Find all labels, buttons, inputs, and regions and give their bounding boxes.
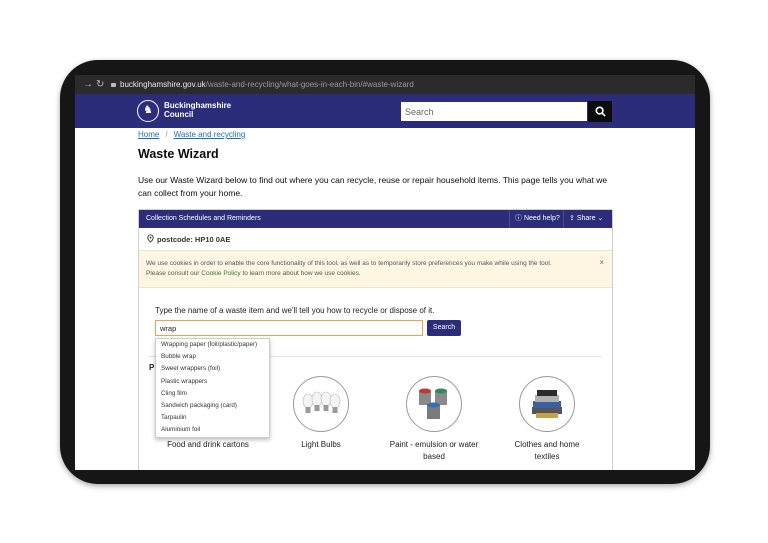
site-search-button[interactable] — [588, 101, 612, 122]
popular-items-heading: P — [149, 363, 155, 372]
waste-item-input[interactable]: wrap — [155, 320, 423, 336]
reload-icon[interactable]: ↻ — [96, 78, 104, 91]
autocomplete-option[interactable]: Bubble wrap — [156, 351, 269, 363]
tablet-screen: → ↻ buckinghamshire.gov.uk/waste-and-rec… — [75, 75, 695, 470]
autocomplete-option[interactable]: Sweet wrappers (foil) — [156, 363, 269, 375]
url-domain: buckinghamshire.gov.uk — [120, 80, 206, 89]
toolbar-divider — [509, 210, 510, 228]
tile-label: Paint - emulsion or water based — [389, 440, 479, 461]
autocomplete-option[interactable]: Cling film — [156, 388, 269, 400]
item-tile-paint[interactable]: Paint - emulsion or water based — [389, 376, 479, 463]
site-search-input[interactable]: Search — [400, 101, 588, 122]
search-icon — [594, 106, 606, 117]
paint-tins-icon — [406, 376, 462, 432]
breadcrumb-separator: / — [165, 130, 168, 139]
cookie-text-1: We use cookies in order to enable the co… — [146, 260, 552, 267]
page-intro: Use our Waste Wizard below to find out w… — [138, 175, 608, 198]
cookie-policy-link[interactable]: Cookie Policy — [201, 270, 240, 277]
address-bar[interactable]: buckinghamshire.gov.uk/waste-and-recycli… — [111, 78, 414, 91]
url-path: /waste-and-recycling/what-goes-in-each-b… — [205, 80, 414, 89]
forward-icon[interactable]: → — [83, 78, 93, 91]
waste-wizard-widget: Collection Schedules and Reminders ⓘ Nee… — [138, 209, 613, 470]
cookie-notice: We use cookies in order to enable the co… — [139, 250, 612, 288]
need-help-label: Need help? — [523, 215, 560, 222]
postcode-label[interactable]: postcode: HP10 0AE — [157, 235, 230, 244]
toolbar-divider — [563, 210, 564, 228]
council-logo-icon[interactable]: ♞ — [137, 100, 159, 122]
widget-toolbar: Collection Schedules and Reminders ⓘ Nee… — [139, 210, 612, 228]
council-logo-text[interactable]: Buckinghamshire Council — [164, 101, 231, 119]
autocomplete-dropdown: Wrapping paper (foil/plastic/paper) Bubb… — [155, 338, 270, 438]
tile-label: Food and drink cartons — [167, 440, 249, 449]
close-icon[interactable]: × — [599, 258, 604, 268]
item-tile-light-bulbs[interactable]: Light Bulbs — [276, 376, 366, 451]
tile-label: Light Bulbs — [301, 440, 341, 449]
cookie-text: We use cookies in order to enable the co… — [146, 259, 586, 279]
wizard-prompt: Type the name of a waste item and we'll … — [155, 306, 435, 315]
breadcrumb-home[interactable]: Home — [138, 130, 159, 139]
breadcrumb-waste[interactable]: Waste and recycling — [174, 130, 246, 139]
browser-bar: → ↻ buckinghamshire.gov.uk/waste-and-rec… — [75, 75, 695, 94]
location-pin-icon — [147, 234, 154, 243]
site-header: ♞ Buckinghamshire Council Search — [75, 94, 695, 128]
item-tile-clothes[interactable]: Clothes and home textiles — [502, 376, 592, 463]
share-label: Share — [576, 215, 596, 222]
autocomplete-option[interactable]: Wrapping paper (foil/plastic/paper) — [156, 339, 269, 351]
wizard-search-button[interactable]: Search — [427, 320, 461, 336]
autocomplete-option[interactable]: Sandwich packaging (card) — [156, 400, 269, 412]
need-help-button[interactable]: ⓘ Need help? — [515, 210, 560, 228]
help-icon: ⓘ — [515, 215, 522, 222]
breadcrumb: Home / Waste and recycling — [138, 130, 245, 139]
light-bulbs-icon — [293, 376, 349, 432]
widget-title: Collection Schedules and Reminders — [146, 215, 261, 222]
autocomplete-option[interactable]: Tarpaulin — [156, 412, 269, 424]
cookie-text-3: to learn more about how we use cookies. — [240, 270, 361, 277]
share-icon: ⇪ — [569, 215, 575, 222]
cookie-text-2: Please consult our — [146, 270, 202, 277]
tile-label: Clothes and home textiles — [514, 440, 580, 461]
chevron-down-icon: ⌄ — [597, 215, 604, 222]
autocomplete-option[interactable]: Aluminium foil — [156, 424, 269, 436]
lock-icon — [111, 83, 116, 87]
share-button[interactable]: ⇪ Share ⌄ — [569, 210, 603, 228]
page-title: Waste Wizard — [138, 147, 219, 161]
autocomplete-option[interactable]: Plastic wrappers — [156, 376, 269, 388]
logo-line-1: Buckinghamshire — [164, 101, 232, 110]
logo-line-2: Council — [164, 110, 194, 119]
clothes-pile-icon — [519, 376, 575, 432]
